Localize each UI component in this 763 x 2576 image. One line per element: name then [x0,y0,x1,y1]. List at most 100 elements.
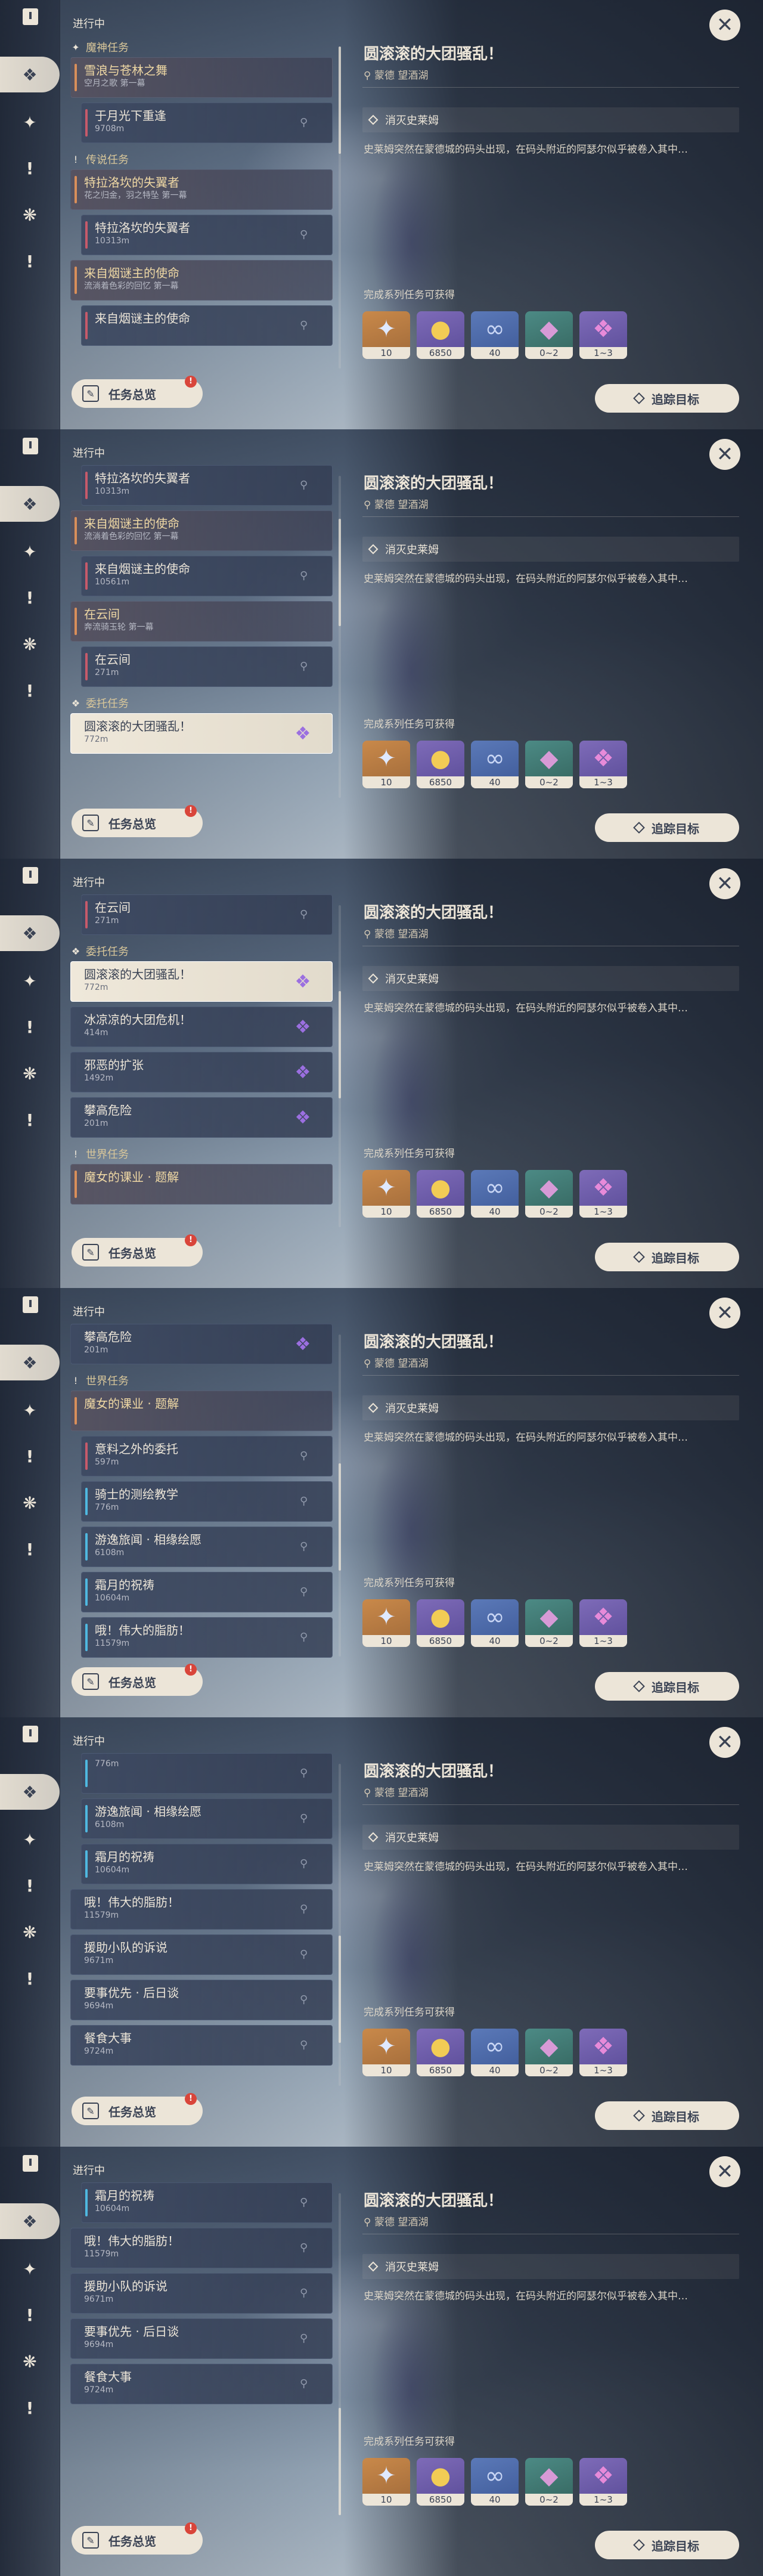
quest-overview-button[interactable]: ✎ 任务总览 ! [72,1664,203,1696]
scrollbar-thumb[interactable] [339,991,341,1098]
commission-icon[interactable]: ❖ [0,486,60,522]
quest-item[interactable]: 冰凉凉的大团危机！ 414m ❖ [70,1007,333,1047]
archon-quest-icon[interactable]: ✦ [18,2257,42,2281]
event-quest-icon[interactable]: ! [18,679,42,702]
navigation-pin-icon[interactable]: ⚲ [300,569,311,583]
reward-item[interactable]: ✦ 10 [362,311,410,359]
reward-item[interactable]: ◆ 0~2 [525,1599,573,1647]
quest-item[interactable]: 援助小队的诉说 9671m ⚲ [70,1934,333,1975]
reward-item[interactable]: ◆ 0~2 [525,2458,573,2506]
reward-item[interactable]: ✦ 10 [362,1170,410,1218]
quest-item[interactable]: 游逸旅闻 · 相缘绘愿 6108m ⚲ [81,1527,333,1567]
navigation-pin-icon[interactable]: ⚲ [300,1857,311,1871]
quest-list-scrollbar[interactable] [339,1764,341,2086]
reward-item[interactable]: ● 6850 [417,2029,464,2076]
navigation-pin-icon[interactable]: ⚲ [300,908,311,921]
archon-quest-icon[interactable]: ✦ [18,1828,42,1852]
reward-item[interactable]: ❖ 1~3 [579,311,627,359]
navigation-pin-icon[interactable]: ⚲ [300,1993,311,2007]
world-quest-icon[interactable]: ❋ [18,1920,42,1944]
quest-overview-button[interactable]: ✎ 任务总览 ! [72,2093,203,2125]
quest-item[interactable]: 意料之外的委托 597m ⚲ [81,1436,333,1476]
scrollbar-thumb[interactable] [339,47,341,154]
quest-item[interactable]: 雪浪与苍林之舞 空月之歌 第一幕 [70,57,333,98]
track-objective-button[interactable]: 追踪目标 [595,384,739,413]
navigation-pin-icon[interactable]: ⚲ [300,1586,311,1599]
commission-icon[interactable]: ❖ [0,1774,60,1810]
navigation-pin-icon[interactable]: ⚲ [300,228,311,242]
close-button[interactable]: ✕ [709,439,740,470]
quest-item[interactable]: 特拉洛坎的失翼者 花之归金，羽之特坠 第一幕 [70,169,333,210]
reward-item[interactable]: ◆ 0~2 [525,311,573,359]
commission-icon[interactable]: ❖ [0,915,60,951]
quest-item[interactable]: 要事优先 · 后日谈 9694m ⚲ [70,2318,333,2359]
reward-item[interactable]: ∞ 40 [471,2458,519,2506]
archon-quest-icon[interactable]: ✦ [18,969,42,993]
quest-item[interactable]: 来自烟谜主的使命 10561m ⚲ [81,556,333,596]
navigation-pin-icon[interactable]: ⚲ [300,1767,311,1780]
scrollbar-thumb[interactable] [339,1463,341,1571]
navigation-pin-icon[interactable]: ⚲ [300,2287,311,2300]
quest-item[interactable]: 于月光下重逢 9708m ⚲ [81,103,333,143]
track-objective-button[interactable]: 追踪目标 [595,813,739,842]
reward-item[interactable]: ❖ 1~3 [579,2458,627,2506]
track-objective-button[interactable]: 追踪目标 [595,2531,739,2559]
commission-icon[interactable]: ❖ [0,1345,60,1380]
quest-item[interactable]: 哦！伟大的脂肪！ 11579m ⚲ [70,2228,333,2268]
quest-item[interactable]: 圆滚滚的大团骚乱！ 772m ❖ [70,961,333,1002]
world-quest-icon[interactable]: ❋ [18,1491,42,1515]
navigation-pin-icon[interactable]: ⚲ [300,2039,311,2052]
story-quest-icon[interactable]: ! [18,586,42,609]
quest-item[interactable]: 霜月的祝祷 10604m ⚲ [81,2182,333,2223]
commission-icon[interactable]: ❖ [0,2203,60,2239]
quest-item[interactable]: 在云间 271m ⚲ [81,646,333,687]
navigation-pin-icon[interactable]: ⚲ [300,116,311,129]
scrollbar-thumb[interactable] [339,1936,341,2043]
quest-item[interactable]: 在云间 271m ⚲ [81,894,333,935]
reward-item[interactable]: ✦ 10 [362,2029,410,2076]
reward-item[interactable]: ● 6850 [417,2458,464,2506]
navigation-pin-icon[interactable]: ⚲ [300,1631,311,1644]
reward-item[interactable]: ✦ 10 [362,1599,410,1647]
quest-overview-button[interactable]: ✎ 任务总览 ! [72,376,203,408]
archon-quest-icon[interactable]: ✦ [18,110,42,134]
quest-item[interactable]: 骑士的测绘教学 776m ⚲ [81,1481,333,1522]
quest-list[interactable]: ✦ 魔神任务 雪浪与苍林之舞 空月之歌 第一幕 于月光下重逢 9708m ⚲! 传说任务 特拉洛… [70,36,339,376]
quest-item[interactable]: 援助小队的诉说 9671m ⚲ [70,2273,333,2314]
quest-item[interactable]: 餐食大事 9724m ⚲ [70,2025,333,2066]
reward-item[interactable]: ❖ 1~3 [579,741,627,788]
track-objective-button[interactable]: 追踪目标 [595,1672,739,1701]
navigation-pin-icon[interactable]: ⚲ [300,2332,311,2345]
navigation-pin-icon[interactable]: ⚲ [300,1948,311,1961]
reward-item[interactable]: ❖ 1~3 [579,1170,627,1218]
reward-item[interactable]: ❖ 1~3 [579,2029,627,2076]
quest-item[interactable]: 魔女的课业 · 题解 [70,1164,333,1205]
quest-list[interactable]: 霜月的祝祷 10604m ⚲ 哦！伟大的脂肪！ 11579m ⚲ 援助小队的诉说 9671m ⚲… [70,2182,339,2522]
reward-item[interactable]: ∞ 40 [471,741,519,788]
scrollbar-thumb[interactable] [339,2408,341,2515]
quest-overview-button[interactable]: ✎ 任务总览 ! [72,2522,203,2555]
navigation-pin-icon[interactable]: ⚲ [300,660,311,673]
quest-overview-button[interactable]: ✎ 任务总览 ! [72,805,203,837]
story-quest-icon[interactable]: ! [18,2303,42,2327]
quest-list-scrollbar[interactable] [339,1335,341,1657]
quest-item[interactable]: 攀高危险 201m ❖ [70,1324,333,1364]
event-quest-icon[interactable]: ! [18,1108,42,1132]
navigation-pin-icon[interactable]: ⚲ [300,1495,311,1508]
quest-item[interactable]: 霜月的祝祷 10604m ⚲ [81,1844,333,1884]
quest-list[interactable]: 特拉洛坎的失翼者 10313m ⚲ 来自烟谜主的使命 流淌着色彩的回忆 第一幕 来自烟谜主… [70,465,339,805]
navigation-pin-icon[interactable]: ⚲ [300,1812,311,1825]
story-quest-icon[interactable]: ! [18,1444,42,1468]
navigation-pin-icon[interactable]: ⚲ [300,1903,311,1916]
reward-item[interactable]: ◆ 0~2 [525,2029,573,2076]
close-button[interactable]: ✕ [709,1727,740,1758]
quest-list[interactable]: 攀高危险 201m ❖! 世界任务 魔女的课业 · 题解 意料之外的委托 597m ⚲ 骑士的测… [70,1324,339,1664]
event-quest-icon[interactable]: ! [18,2396,42,2420]
reward-item[interactable]: ∞ 40 [471,1170,519,1218]
close-button[interactable]: ✕ [709,868,740,899]
navigation-pin-icon[interactable]: ⚲ [300,2241,311,2255]
event-quest-icon[interactable]: ! [18,249,42,273]
close-button[interactable]: ✕ [709,1298,740,1329]
reward-item[interactable]: ● 6850 [417,311,464,359]
quest-item[interactable]: 来自烟谜主的使命 流淌着色彩的回忆 第一幕 [70,510,333,551]
